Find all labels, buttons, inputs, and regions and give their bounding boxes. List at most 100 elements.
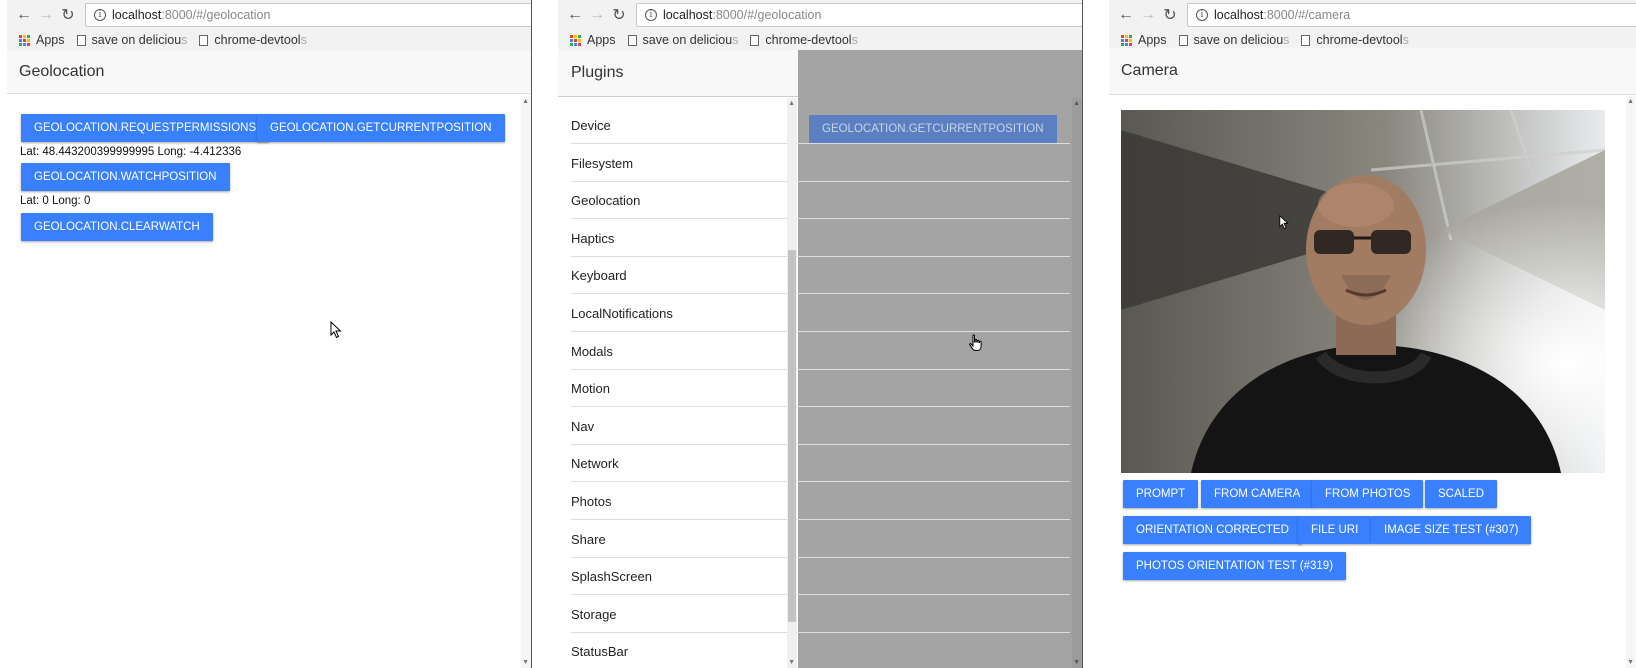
bookmarks-bar: Apps save on deliciou s chrome-devtool s bbox=[7, 30, 531, 50]
info-icon[interactable]: i bbox=[94, 9, 106, 21]
panel-divider bbox=[531, 0, 532, 668]
bookmark-save-on-delicious[interactable]: save on deliciou s bbox=[76, 33, 187, 47]
menu-item-label: Modals bbox=[571, 343, 613, 359]
scroll-down-icon[interactable]: ▼ bbox=[788, 659, 795, 666]
reload-icon[interactable]: ↻ bbox=[57, 4, 79, 26]
panel-divider bbox=[1082, 0, 1083, 668]
left-browser-window: ← → ↻ i localhost:8000/#/geolocation App… bbox=[7, 0, 531, 668]
menu-item-statusbar[interactable]: StatusBar bbox=[571, 634, 1070, 668]
menu-item-modals[interactable]: Modals bbox=[571, 334, 1070, 370]
url-path: :8000/#/camera bbox=[1263, 8, 1351, 22]
orientation-corrected-button[interactable]: ORIENTATION CORRECTED bbox=[1123, 516, 1302, 544]
scroll-up-icon[interactable]: ▲ bbox=[522, 98, 529, 105]
scroll-up-icon[interactable]: ▲ bbox=[1627, 98, 1634, 105]
bookmark-label-fade: s bbox=[300, 33, 307, 47]
bookmark-apps[interactable]: Apps bbox=[1121, 33, 1167, 47]
photos-orientation-test-button[interactable]: PHOTOS ORIENTATION TEST (#319) bbox=[1123, 552, 1347, 580]
menu-item-geolocation[interactable]: Geolocation bbox=[571, 183, 1070, 220]
bookmark-chrome-devtools[interactable]: chrome-devtool s bbox=[750, 33, 858, 47]
browser-toolbar: ← → ↻ i localhost:8000/#/geolocation bbox=[558, 0, 1082, 30]
page-icon bbox=[1301, 34, 1311, 46]
reload-icon[interactable]: ↻ bbox=[1159, 4, 1181, 26]
back-arrow-icon[interactable]: ← bbox=[564, 4, 586, 26]
scroll-down-icon[interactable]: ▼ bbox=[1627, 659, 1634, 666]
request-permissions-button[interactable]: GEOLOCATION.REQUESTPERMISSIONS bbox=[21, 114, 270, 142]
apps-grid-icon bbox=[19, 34, 30, 46]
bookmark-label-fade: s bbox=[1402, 33, 1409, 47]
menu-item-label: LocalNotifications bbox=[571, 306, 673, 321]
camera-photo bbox=[1121, 110, 1605, 473]
menu-item-label: Share bbox=[571, 531, 606, 547]
scrollbar[interactable]: ▲ ▼ bbox=[1626, 96, 1636, 668]
watch-position-button[interactable]: GEOLOCATION.WATCHPOSITION bbox=[21, 163, 230, 191]
browser-toolbar: ← → ↻ i localhost:8000/#/geolocation bbox=[7, 0, 531, 30]
get-current-position-button[interactable]: GEOLOCATION.GETCURRENTPOSITION bbox=[257, 114, 505, 142]
forward-arrow-icon[interactable]: → bbox=[1137, 4, 1159, 26]
apps-grid-icon bbox=[1121, 34, 1132, 46]
info-icon[interactable]: i bbox=[645, 9, 657, 21]
url-host: localhost bbox=[112, 8, 162, 22]
bookmark-label: chrome-devtool bbox=[1316, 33, 1403, 47]
mouse-pointer-icon bbox=[330, 321, 342, 339]
bookmark-label-fade: s bbox=[1283, 33, 1290, 47]
bookmark-apps[interactable]: Apps bbox=[570, 33, 616, 47]
mouse-pointer-icon bbox=[1279, 215, 1289, 230]
scroll-down-icon[interactable]: ▼ bbox=[522, 659, 529, 666]
menu-item-nav[interactable]: Nav bbox=[571, 409, 1070, 445]
bookmark-save-on-delicious[interactable]: save on deliciou s bbox=[1178, 33, 1290, 47]
bookmark-chrome-devtools[interactable]: chrome-devtool s bbox=[1301, 33, 1409, 47]
scaled-button[interactable]: SCALED bbox=[1425, 480, 1498, 508]
image-size-test-button[interactable]: IMAGE SIZE TEST (#307) bbox=[1371, 516, 1532, 544]
bookmark-apps-label: Apps bbox=[1138, 33, 1167, 47]
reload-icon[interactable]: ↻ bbox=[608, 4, 630, 26]
bookmark-label: chrome-devtool bbox=[765, 33, 852, 47]
menu-item-splashscreen[interactable]: SplashScreen bbox=[571, 559, 1070, 596]
back-arrow-icon[interactable]: ← bbox=[1115, 4, 1137, 26]
menu-item-haptics[interactable]: Haptics bbox=[571, 221, 1070, 257]
prompt-button[interactable]: PROMPT bbox=[1123, 480, 1199, 508]
menu-item-network[interactable]: Network bbox=[571, 446, 1070, 483]
menu-item-storage[interactable]: Storage bbox=[571, 597, 1070, 633]
address-bar[interactable]: i localhost:8000/#/geolocation bbox=[636, 3, 1082, 27]
url-path: :8000/#/geolocation bbox=[712, 8, 822, 22]
scroll-up-icon[interactable]: ▲ bbox=[788, 100, 795, 107]
scroll-up-icon: ▲ bbox=[1073, 100, 1080, 107]
menu-item-share[interactable]: Share bbox=[571, 522, 1070, 558]
address-bar[interactable]: i localhost:8000/#/camera bbox=[1187, 3, 1636, 27]
photo-image bbox=[1121, 110, 1605, 473]
menu-item-motion[interactable]: Motion bbox=[571, 371, 1070, 408]
back-arrow-icon[interactable]: ← bbox=[13, 4, 35, 26]
menu-item-label: Filesystem bbox=[571, 155, 634, 171]
current-position-text: Lat: 48.443200399999995 Long: -4.412336 bbox=[20, 146, 242, 158]
menu-item-label: Motion bbox=[571, 381, 611, 397]
menu-item-device[interactable]: Device bbox=[571, 108, 1070, 144]
menu-item-label: Photos bbox=[571, 494, 612, 509]
menu-scroll-thumb[interactable] bbox=[788, 250, 796, 622]
from-camera-button[interactable]: FROM CAMERA bbox=[1201, 480, 1314, 508]
bookmark-label: save on deliciou bbox=[642, 33, 733, 47]
page-icon bbox=[627, 34, 637, 46]
bookmarks-bar: Apps save on deliciou s chrome-devtool s bbox=[558, 30, 1082, 50]
menu-item-photos[interactable]: Photos bbox=[571, 484, 1070, 520]
forward-arrow-icon[interactable]: → bbox=[586, 4, 608, 26]
menu-item-localnotifications[interactable]: LocalNotifications bbox=[571, 296, 1070, 332]
forward-arrow-icon[interactable]: → bbox=[35, 4, 57, 26]
menu-title: Plugins bbox=[571, 64, 624, 81]
menu-item-keyboard[interactable]: Keyboard bbox=[571, 258, 1070, 295]
panel-gap bbox=[531, 0, 558, 668]
bookmark-save-on-delicious[interactable]: save on deliciou s bbox=[627, 33, 739, 47]
bookmark-apps[interactable]: Apps bbox=[19, 33, 65, 47]
clear-watch-button[interactable]: GEOLOCATION.CLEARWATCH bbox=[21, 213, 213, 241]
scrollbar[interactable]: ▲ ▼ bbox=[521, 96, 531, 668]
bookmark-label: save on deliciou bbox=[91, 33, 182, 47]
info-icon[interactable]: i bbox=[1196, 9, 1208, 21]
address-bar[interactable]: i localhost:8000/#/geolocation bbox=[85, 3, 531, 27]
bookmark-apps-label: Apps bbox=[587, 33, 616, 47]
file-uri-button[interactable]: FILE URI bbox=[1298, 516, 1372, 544]
bookmark-label-fade: s bbox=[732, 33, 739, 47]
from-photos-button[interactable]: FROM PHOTOS bbox=[1312, 480, 1424, 508]
menu-item-filesystem[interactable]: Filesystem bbox=[571, 146, 1070, 182]
page-icon bbox=[750, 34, 760, 46]
url-host: localhost bbox=[663, 8, 713, 22]
bookmark-chrome-devtools[interactable]: chrome-devtool s bbox=[199, 33, 307, 47]
